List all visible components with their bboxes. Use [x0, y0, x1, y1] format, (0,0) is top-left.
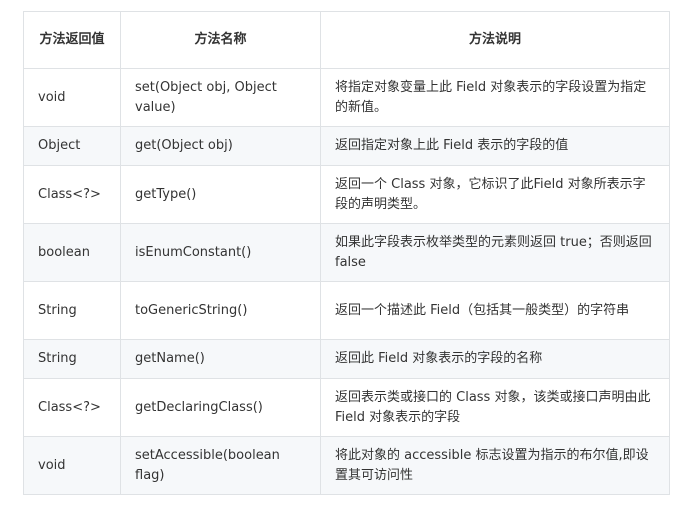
header-method-name: 方法名称	[120, 11, 321, 69]
cell-method-description: 返回表示类或接口的 Class 对象，该类或接口声明由此 Field 对象表示的…	[320, 378, 670, 437]
table-row: boolean isEnumConstant() 如果此字段表示枚举类型的元素则…	[23, 223, 670, 282]
table-header-row: 方法返回值 方法名称 方法说明	[23, 11, 670, 69]
table-row: String getName() 返回此 Field 对象表示的字段的名称	[23, 339, 670, 379]
cell-return-type: String	[23, 339, 121, 379]
table-row: void set(Object obj, Object value) 将指定对象…	[23, 68, 670, 127]
cell-return-type: Class<?>	[23, 165, 121, 224]
cell-method-name: getName()	[120, 339, 321, 379]
cell-method-name: toGenericString()	[120, 281, 321, 340]
cell-return-type: Object	[23, 126, 121, 166]
cell-return-type: String	[23, 281, 121, 340]
cell-method-name: getDeclaringClass()	[120, 378, 321, 437]
table-row: Class<?> getDeclaringClass() 返回表示类或接口的 C…	[23, 378, 670, 437]
table-row: Class<?> getType() 返回一个 Class 对象，它标识了此Fi…	[23, 165, 670, 224]
methods-table: 方法返回值 方法名称 方法说明 void set(Object obj, Obj…	[23, 11, 670, 495]
table-row: String toGenericString() 返回一个描述此 Field（包…	[23, 281, 670, 340]
cell-method-description: 返回一个描述此 Field（包括其一般类型）的字符串	[320, 281, 670, 340]
cell-return-type: void	[23, 68, 121, 127]
header-method-description: 方法说明	[320, 11, 670, 69]
cell-method-description: 返回指定对象上此 Field 表示的字段的值	[320, 126, 670, 166]
table-row: Object get(Object obj) 返回指定对象上此 Field 表示…	[23, 126, 670, 166]
cell-method-description: 将指定对象变量上此 Field 对象表示的字段设置为指定的新值。	[320, 68, 670, 127]
header-return-type: 方法返回值	[23, 11, 121, 69]
cell-method-description: 将此对象的 accessible 标志设置为指示的布尔值,即设置其可访问性	[320, 436, 670, 495]
cell-method-description: 返回此 Field 对象表示的字段的名称	[320, 339, 670, 379]
cell-return-type: boolean	[23, 223, 121, 282]
cell-method-name: get(Object obj)	[120, 126, 321, 166]
table-row: void setAccessible(boolean flag) 将此对象的 a…	[23, 436, 670, 495]
cell-method-name: getType()	[120, 165, 321, 224]
cell-return-type: void	[23, 436, 121, 495]
cell-method-description: 返回一个 Class 对象，它标识了此Field 对象所表示字段的声明类型。	[320, 165, 670, 224]
cell-return-type: Class<?>	[23, 378, 121, 437]
cell-method-name: set(Object obj, Object value)	[120, 68, 321, 127]
cell-method-description: 如果此字段表示枚举类型的元素则返回 true；否则返回 false	[320, 223, 670, 282]
cell-method-name: setAccessible(boolean flag)	[120, 436, 321, 495]
methods-table-container: 方法返回值 方法名称 方法说明 void set(Object obj, Obj…	[23, 11, 670, 495]
cell-method-name: isEnumConstant()	[120, 223, 321, 282]
